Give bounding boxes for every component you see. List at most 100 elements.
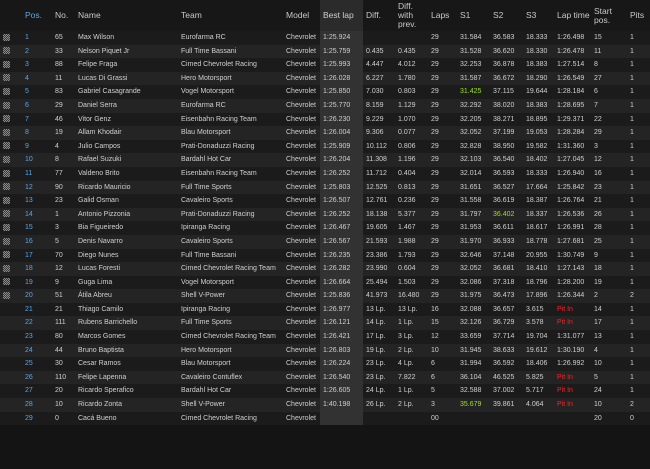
- s1-cell: 31.970: [457, 234, 490, 249]
- table-row[interactable]: 3 88 Felipe Fraga Cimed Chevrolet Racing Che…: [0, 58, 650, 72]
- s1-cell: 31.528: [457, 44, 490, 59]
- table-row[interactable]: 29 0 Cacá Bueno Cimed Chevrolet Racing Chevr…: [0, 411, 650, 426]
- table-row[interactable]: 13 23 Galid Osman Cavaleiro Sports Chevrolet…: [0, 194, 650, 208]
- col-header-pos[interactable]: Pos.: [22, 0, 52, 31]
- s2-cell: 36.540: [490, 153, 523, 167]
- table-row[interactable]: 8 19 Allam Khodair Blau Motorsport Chevrolet…: [0, 126, 650, 140]
- col-header-best-lap[interactable]: Best lap: [320, 0, 363, 31]
- table-row[interactable]: 19 9 Guga Lima Vogel Motorsport Chevrolet 1:2…: [0, 275, 650, 290]
- table-row[interactable]: 14 1 Antonio Pizzonia Prati-Donaduzzi Racin…: [0, 207, 650, 222]
- best-lap-cell: 1:25.836: [320, 289, 363, 303]
- s1-cell: 33.659: [457, 330, 490, 344]
- pits-cell: 1: [627, 343, 650, 358]
- laps-cell: 29: [428, 194, 457, 208]
- s1-cell: 31.945: [457, 343, 490, 358]
- driver-name-cell: Antonio Pizzonia: [75, 207, 178, 222]
- col-header-diff-prev[interactable]: Diff. with prev.: [395, 0, 428, 31]
- col-header-s3[interactable]: S3: [523, 0, 554, 31]
- col-header-team[interactable]: Team: [178, 0, 283, 31]
- s3-cell: 18.330: [523, 44, 554, 59]
- team-cell: Prati-Donaduzzi Racing: [178, 207, 283, 222]
- table-row[interactable]: 6 29 Daniel Serra Eurofarma RC Chevrolet 1:25…: [0, 98, 650, 113]
- driver-name-cell: Max Wilson: [75, 31, 178, 45]
- table-row[interactable]: 16 5 Denis Navarro Cavaleiro Sports Chevrole…: [0, 234, 650, 249]
- col-header-s2[interactable]: S2: [490, 0, 523, 31]
- diff-prev-cell: 2 Lp.: [395, 343, 428, 358]
- flag-cell: [0, 85, 22, 99]
- s2-cell: 36.619: [490, 194, 523, 208]
- table-row[interactable]: 18 12 Lucas Foresti Cimed Chevrolet Racing …: [0, 262, 650, 276]
- checkered-flag-icon: [3, 101, 10, 109]
- number-cell: 20: [52, 384, 75, 399]
- diff-cell: 12.525: [363, 180, 395, 195]
- lap-time-cell: 1:26.549: [554, 71, 591, 86]
- model-cell: Chevrolet: [283, 248, 320, 263]
- table-row[interactable]: 28 10 Ricardo Zonta Shell V-Power Chevrolet 1…: [0, 398, 650, 412]
- s2-cell: 36.611: [490, 221, 523, 235]
- driver-name-cell: Denis Navarro: [75, 234, 178, 249]
- col-header-no[interactable]: No.: [52, 0, 75, 31]
- start-pos-cell: 24: [591, 384, 627, 399]
- flag-cell: [0, 302, 22, 317]
- flag-cell: [0, 194, 22, 208]
- laps-cell: 10: [428, 343, 457, 358]
- table-row[interactable]: 12 90 Ricardo Mauricio Full Time Sports Chev…: [0, 180, 650, 195]
- best-lap-cell: 1:25.759: [320, 44, 363, 59]
- best-lap-cell: 1:25.850: [320, 85, 363, 99]
- checkered-flag-icon: [3, 47, 10, 55]
- model-cell: Chevrolet: [283, 370, 320, 385]
- s3-cell: 18.402: [523, 153, 554, 167]
- number-cell: 80: [52, 330, 75, 344]
- table-row[interactable]: 5 83 Gabriel Casagrande Vogel Motorsport Che…: [0, 85, 650, 99]
- table-row[interactable]: 24 44 Bruno Baptista Hero Motorsport Chevrol…: [0, 343, 650, 358]
- table-row[interactable]: 26 110 Felipe Lapenna Cavaleiro Contuflex Ch…: [0, 370, 650, 385]
- number-cell: 44: [52, 343, 75, 358]
- s2-cell: 36.933: [490, 234, 523, 249]
- col-header-diff[interactable]: Diff.: [363, 0, 395, 31]
- driver-name-cell: Felipe Lapenna: [75, 370, 178, 385]
- table-row[interactable]: 4 11 Lucas Di Grassi Hero Motorsport Chevrol…: [0, 71, 650, 86]
- col-header-name[interactable]: Name: [75, 0, 178, 31]
- model-cell: Chevrolet: [283, 384, 320, 399]
- table-row[interactable]: 20 51 Átila Abreu Shell V-Power Chevrolet 1:2…: [0, 289, 650, 303]
- col-header-start-pos[interactable]: Start pos.: [591, 0, 627, 31]
- timing-table: Pos. No. Name Team Model Best lap Diff. …: [0, 0, 650, 426]
- table-row[interactable]: 2 33 Nelson Piquet Jr Full Time Bassani Chev…: [0, 44, 650, 59]
- diff-prev-cell: 1.070: [395, 112, 428, 127]
- s3-cell: 18.387: [523, 194, 554, 208]
- table-row[interactable]: 22 111 Rubens Barrichello Full Time Sports C…: [0, 316, 650, 331]
- table-row[interactable]: 17 70 Diego Nunes Full Time Bassani Chevrole…: [0, 248, 650, 263]
- col-header-flag[interactable]: [0, 0, 22, 31]
- table-row[interactable]: 15 3 Bia Figueiredo Ipiranga Racing Chevrole…: [0, 221, 650, 235]
- col-header-model[interactable]: Model: [283, 0, 320, 31]
- model-cell: Chevrolet: [283, 221, 320, 235]
- table-row[interactable]: 10 8 Rafael Suzuki Bardahl Hot Car Chevrolet…: [0, 153, 650, 167]
- model-cell: Chevrolet: [283, 31, 320, 45]
- team-cell: Eisenbahn Racing Team: [178, 166, 283, 181]
- laps-cell: 6: [428, 370, 457, 385]
- table-row[interactable]: 11 77 Valdeno Brito Eisenbahn Racing Team Ch…: [0, 166, 650, 181]
- diff-cell: 17 Lp.: [363, 330, 395, 344]
- lap-time-cell: 1:30.749: [554, 248, 591, 263]
- col-header-s1[interactable]: S1: [457, 0, 490, 31]
- table-row[interactable]: 1 65 Max Wilson Eurofarma RC Chevrolet 1:25.9…: [0, 31, 650, 45]
- table-row[interactable]: 21 21 Thiago Camilo Ipiranga Racing Chevrole…: [0, 302, 650, 317]
- s3-cell: 18.383: [523, 58, 554, 72]
- table-row[interactable]: 25 30 Cesar Ramos Blau Motorsport Chevrolet 1…: [0, 357, 650, 371]
- col-header-lap-time[interactable]: Lap time: [554, 0, 591, 31]
- col-header-laps[interactable]: Laps: [428, 0, 457, 31]
- pits-cell: 1: [627, 234, 650, 249]
- table-row[interactable]: 9 4 Julio Campos Prati-Donaduzzi Racing Chev…: [0, 139, 650, 154]
- table-row[interactable]: 27 20 Ricardo Sperafico Bardahl Hot Car Chev…: [0, 384, 650, 399]
- table-row[interactable]: 7 46 Vitor Genz Eisenbahn Racing Team Chevro…: [0, 112, 650, 127]
- table-row[interactable]: 23 80 Marcos Gomes Cimed Chevrolet Racing T…: [0, 330, 650, 344]
- team-cell: Ipiranga Racing: [178, 302, 283, 317]
- s3-cell: 18.895: [523, 112, 554, 127]
- checkered-flag-icon: [3, 237, 10, 245]
- best-lap-cell: 1:25.803: [320, 180, 363, 195]
- start-pos-cell: 27: [591, 71, 627, 86]
- s1-cell: 32.588: [457, 384, 490, 399]
- pos-cell: 22: [22, 316, 52, 331]
- col-header-pits[interactable]: Pits: [627, 0, 650, 31]
- s1-cell: 32.103: [457, 153, 490, 167]
